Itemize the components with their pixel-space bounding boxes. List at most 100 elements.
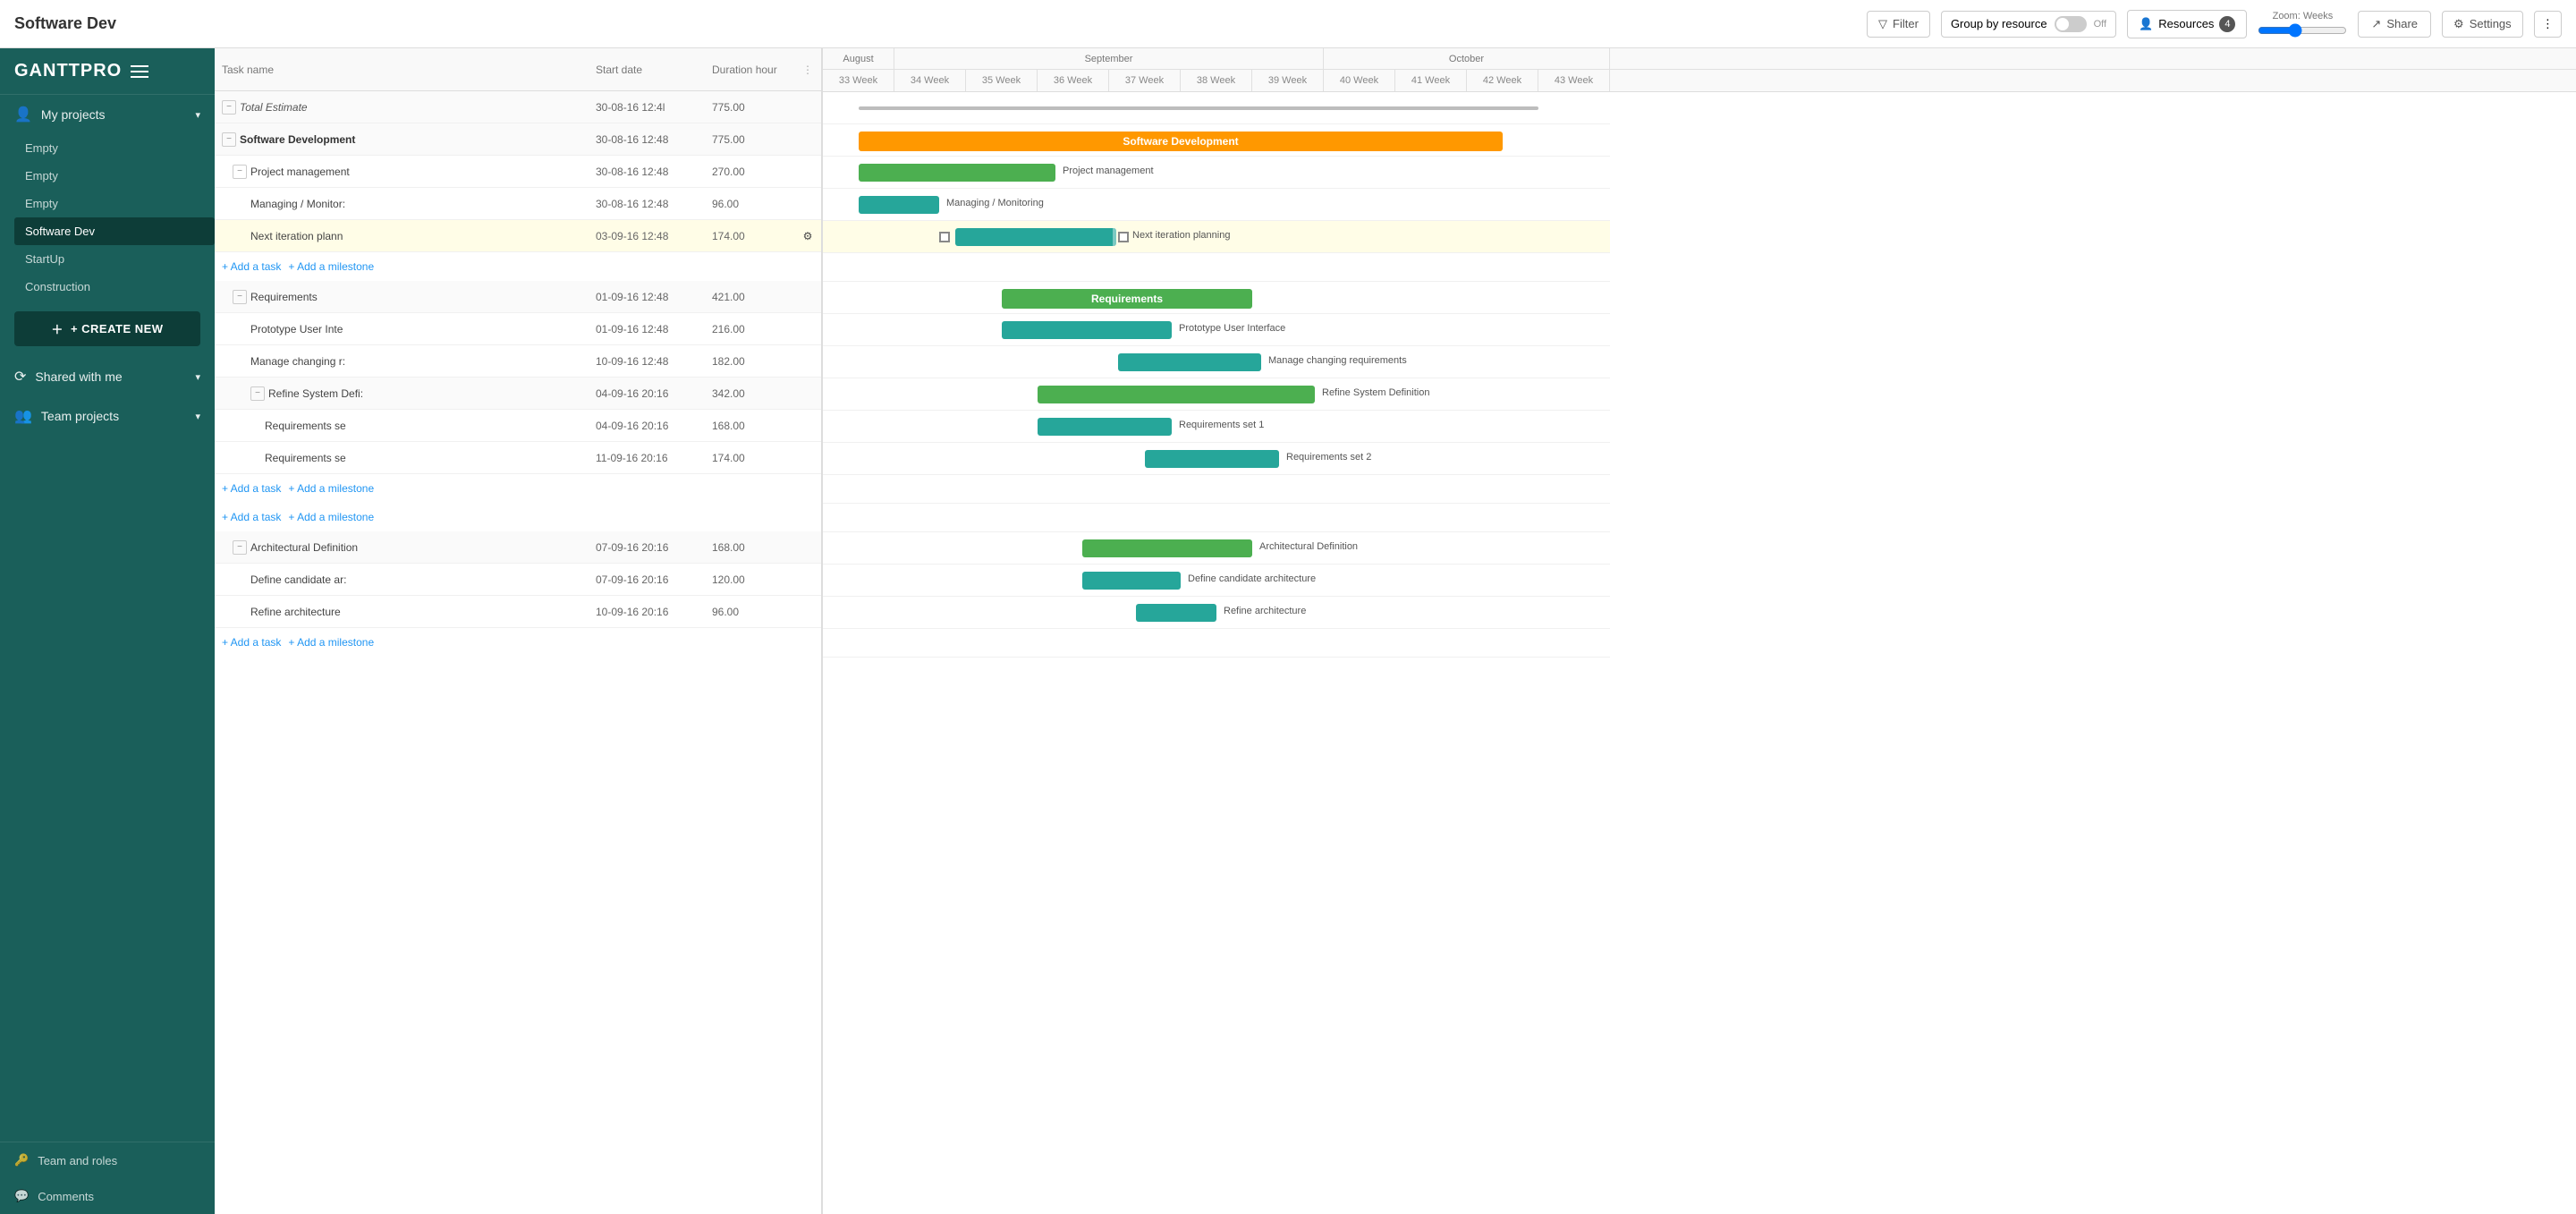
table-row[interactable]: Managing / Monitor: 30-08-16 12:48 96.00	[215, 188, 821, 220]
expand-button[interactable]: −	[233, 290, 247, 304]
gantt-bar-mcr[interactable]	[1118, 353, 1261, 371]
resources-button[interactable]: 👤 Resources 4	[2127, 10, 2247, 38]
gantt-bar-rs2[interactable]	[1145, 450, 1279, 468]
gantt-bar-ad[interactable]	[1082, 539, 1252, 557]
gantt-bar-rsd[interactable]	[1038, 386, 1315, 403]
expand-button[interactable]: −	[222, 100, 236, 115]
add-milestone-link[interactable]: + Add a milestone	[288, 482, 374, 495]
table-row[interactable]: Manage changing r: 10-09-16 12:48 182.00	[215, 345, 821, 378]
share-icon: ↗	[2371, 17, 2381, 31]
gantt-bar-nip[interactable]	[955, 228, 1116, 246]
task-name: Define candidate ar:	[250, 573, 346, 586]
add-milestone-link[interactable]: + Add a milestone	[288, 260, 374, 273]
task-name: Prototype User Inte	[250, 323, 343, 335]
table-row[interactable]: Refine architecture 10-09-16 20:16 96.00	[215, 596, 821, 628]
sidebar-item-empty-3[interactable]: Empty	[14, 190, 215, 217]
gantt-bar-rs1[interactable]	[1038, 418, 1172, 436]
add-milestone-link[interactable]: + Add a milestone	[288, 511, 374, 523]
week-35: 35 Week	[966, 70, 1038, 91]
team-icon: 👥	[14, 407, 32, 425]
week-42: 42 Week	[1467, 70, 1538, 91]
gantt-bar-dca[interactable]	[1082, 572, 1181, 590]
share-button[interactable]: ↗ Share	[2358, 11, 2431, 38]
hamburger-menu[interactable]	[131, 65, 148, 78]
task-name: Manage changing r:	[250, 355, 345, 368]
table-row[interactable]: Next iteration plann 03-09-16 12:48 174.…	[215, 220, 821, 252]
sidebar-item-software-dev[interactable]: Software Dev	[14, 217, 215, 245]
task-name-cell: Define candidate ar:	[215, 573, 589, 586]
group-by-button[interactable]: Group by resource Off	[1941, 11, 2116, 38]
team-projects-header[interactable]: 👥 Team projects ▾	[0, 396, 215, 436]
table-header: Task name Start date Duration hour ⋮	[215, 48, 821, 91]
table-row[interactable]: Define candidate ar: 07-09-16 20:16 120.…	[215, 564, 821, 596]
gantt-bar-mm[interactable]	[859, 196, 939, 214]
task-name: Requirements se	[265, 452, 346, 464]
settings-button[interactable]: ⚙ Settings	[2442, 11, 2523, 38]
task-duration: 120.00	[705, 573, 794, 586]
bar-label-mcr: Manage changing requirements	[1268, 355, 1407, 366]
table-row[interactable]: − Requirements 01-09-16 12:48 421.00	[215, 281, 821, 313]
bar-label-mm: Managing / Monitoring	[946, 198, 1044, 208]
expand-button[interactable]: −	[233, 165, 247, 179]
gantt-bar-pm[interactable]	[859, 164, 1055, 182]
sidebar-item-empty-2[interactable]: Empty	[14, 162, 215, 190]
comments-label: Comments	[38, 1190, 94, 1203]
gantt-bar-pui[interactable]	[1002, 321, 1172, 339]
task-start: 03-09-16 12:48	[589, 230, 705, 242]
add-task-link[interactable]: + Add a task	[222, 636, 281, 649]
task-name: Project management	[250, 166, 350, 178]
sidebar-item-empty-1[interactable]: Empty	[14, 134, 215, 162]
gantt-row	[823, 92, 1610, 124]
my-projects-header[interactable]: 👤 My projects ▾	[0, 95, 215, 134]
filter-icon: ▽	[1878, 17, 1887, 31]
create-new-button[interactable]: ＋ + CREATE NEW	[14, 311, 200, 346]
task-gear[interactable]: ⚙	[794, 230, 821, 242]
month-september: September	[894, 48, 1324, 69]
bar-label-rs2: Requirements set 2	[1286, 452, 1371, 463]
task-name: Refine System Defi:	[268, 387, 363, 400]
share-icon: ⟳	[14, 368, 26, 386]
task-start: 10-09-16 12:48	[589, 355, 705, 368]
gantt-header: August September October 33 Week 34 Week…	[823, 48, 2576, 92]
gear-icon: ⚙	[2453, 17, 2464, 31]
group-by-label: Group by resource	[1951, 17, 2047, 30]
filter-button[interactable]: ▽ Filter	[1867, 11, 1930, 38]
add-task-link[interactable]: + Add a task	[222, 482, 281, 495]
gantt-row	[823, 504, 1610, 532]
expand-button[interactable]: −	[250, 386, 265, 401]
gantt-row: Project management	[823, 157, 1610, 189]
add-task-link[interactable]: + Add a task	[222, 260, 281, 273]
gantt-bar-req[interactable]: Requirements	[1002, 289, 1252, 309]
table-row[interactable]: Prototype User Inte 01-09-16 12:48 216.0…	[215, 313, 821, 345]
task-name: Software Development	[240, 133, 355, 146]
table-row[interactable]: Requirements se 11-09-16 20:16 174.00	[215, 442, 821, 474]
group-by-toggle[interactable]	[2055, 16, 2087, 32]
th-duration: Duration hour	[705, 64, 794, 76]
team-and-roles-item[interactable]: 🔑 Team and roles	[0, 1142, 215, 1178]
task-duration: 216.00	[705, 323, 794, 335]
expand-button[interactable]: −	[233, 540, 247, 555]
table-row[interactable]: − Architectural Definition 07-09-16 20:1…	[215, 531, 821, 564]
table-row[interactable]: − Total Estimate 30-08-16 12:4l 775.00	[215, 91, 821, 123]
table-row[interactable]: − Project management 30-08-16 12:48 270.…	[215, 156, 821, 188]
task-duration: 168.00	[705, 420, 794, 432]
person-icon: 👤	[14, 106, 32, 123]
shared-with-me-header[interactable]: ⟳ Shared with me ▾	[0, 357, 215, 396]
sidebar-item-construction[interactable]: Construction	[14, 273, 215, 301]
table-row[interactable]: − Software Development 30-08-16 12:48 77…	[215, 123, 821, 156]
comments-item[interactable]: 💬 Comments	[0, 1178, 215, 1214]
bar-label-dca: Define candidate architecture	[1188, 573, 1316, 584]
sidebar-item-startup[interactable]: StartUp	[14, 245, 215, 273]
task-name: Architectural Definition	[250, 541, 358, 554]
table-row[interactable]: − Refine System Defi: 04-09-16 20:16 342…	[215, 378, 821, 410]
add-task-link[interactable]: + Add a task	[222, 511, 281, 523]
bar-label-pui: Prototype User Interface	[1179, 323, 1285, 334]
content-area: Task name Start date Duration hour ⋮ − T…	[215, 48, 2576, 1214]
add-milestone-link[interactable]: + Add a milestone	[288, 636, 374, 649]
zoom-slider[interactable]	[2258, 23, 2347, 38]
more-button[interactable]: ⋮	[2534, 11, 2562, 38]
expand-button[interactable]: −	[222, 132, 236, 147]
gantt-bar-ra[interactable]	[1136, 604, 1216, 622]
gantt-bar-software-dev[interactable]: Software Development	[859, 132, 1503, 151]
table-row[interactable]: Requirements se 04-09-16 20:16 168.00	[215, 410, 821, 442]
